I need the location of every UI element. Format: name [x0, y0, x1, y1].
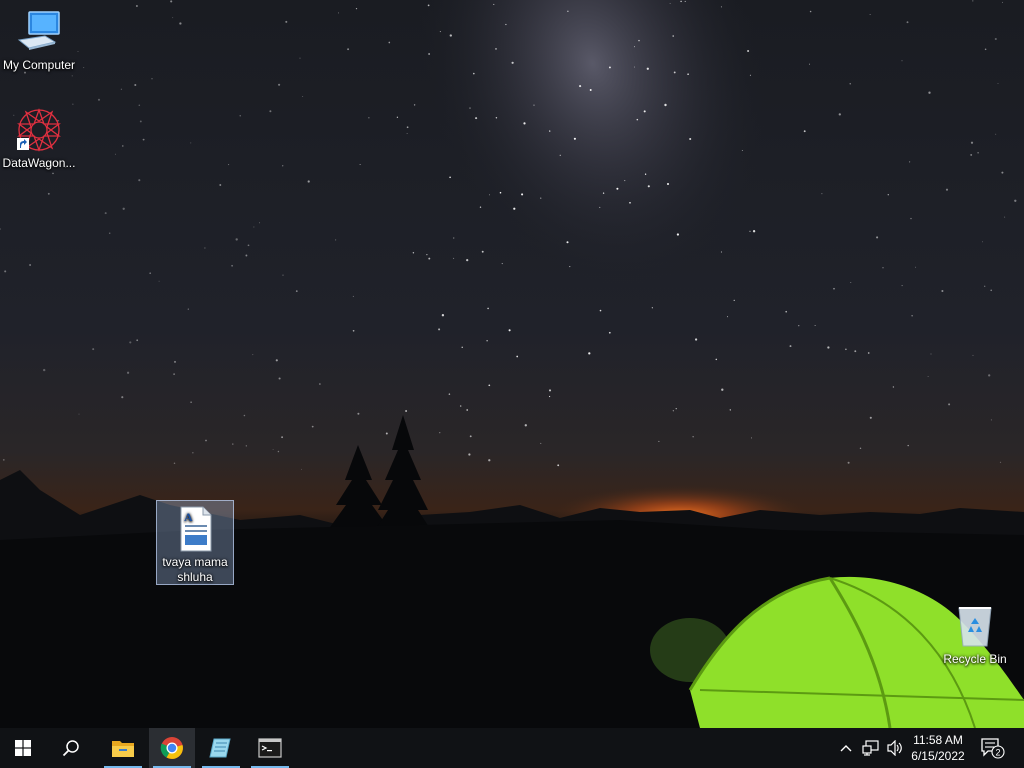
- clock-date: 6/15/2022: [911, 749, 965, 763]
- desktop-icon-datawagon[interactable]: DataWagon...: [0, 106, 78, 171]
- desktop-icon-label: Recycle Bin: [943, 652, 1007, 666]
- folder-icon: [112, 741, 134, 757]
- desktop-icon-recycle-bin[interactable]: Recycle Bin: [936, 602, 1014, 667]
- taskbar: 11:58 AM 6/15/2022 2: [0, 728, 1024, 768]
- network-icon: [862, 740, 879, 756]
- volume-button[interactable]: [884, 728, 906, 768]
- search-icon: [62, 740, 79, 757]
- recycle-bin-icon: [951, 602, 999, 650]
- clock-time: 11:58 AM: [913, 733, 963, 747]
- volume-icon: [887, 740, 902, 756]
- notebook-icon: [209, 738, 231, 758]
- network-button[interactable]: [860, 728, 882, 768]
- start-button[interactable]: [0, 728, 46, 768]
- taskbar-clock[interactable]: 11:58 AM 6/15/2022: [904, 728, 972, 768]
- datawagon-icon: [15, 106, 63, 154]
- show-hidden-icons-button[interactable]: [836, 728, 856, 768]
- taskbar-app-file-explorer[interactable]: [100, 728, 146, 768]
- taskbar-app-notebook[interactable]: [198, 728, 244, 768]
- computer-icon: [15, 8, 63, 56]
- document-icon: A: [171, 505, 219, 553]
- desktop-icon-label: My Computer: [2, 58, 76, 72]
- terminal-icon: [258, 738, 282, 758]
- desktop-wallpaper: [0, 0, 1024, 728]
- search-button[interactable]: [48, 728, 94, 768]
- notification-count: 2: [995, 748, 1000, 758]
- chrome-icon: [160, 737, 183, 759]
- desktop-icon-label: tvaya mama shluha: [162, 555, 228, 584]
- desktop-icon-label: DataWagon...: [2, 156, 76, 170]
- chevron-up-icon: [840, 745, 852, 752]
- taskbar-app-chrome[interactable]: [149, 728, 195, 768]
- desktop-icon-my-computer[interactable]: My Computer: [0, 8, 78, 73]
- notification-icon: 2: [981, 738, 1005, 759]
- taskbar-app-command-prompt[interactable]: [247, 728, 293, 768]
- windows-start-icon: [15, 740, 31, 756]
- action-center-button[interactable]: 2: [978, 728, 1008, 768]
- svg-text:A: A: [184, 510, 193, 524]
- desktop-icon-document[interactable]: A tvaya mama shluha: [156, 500, 234, 585]
